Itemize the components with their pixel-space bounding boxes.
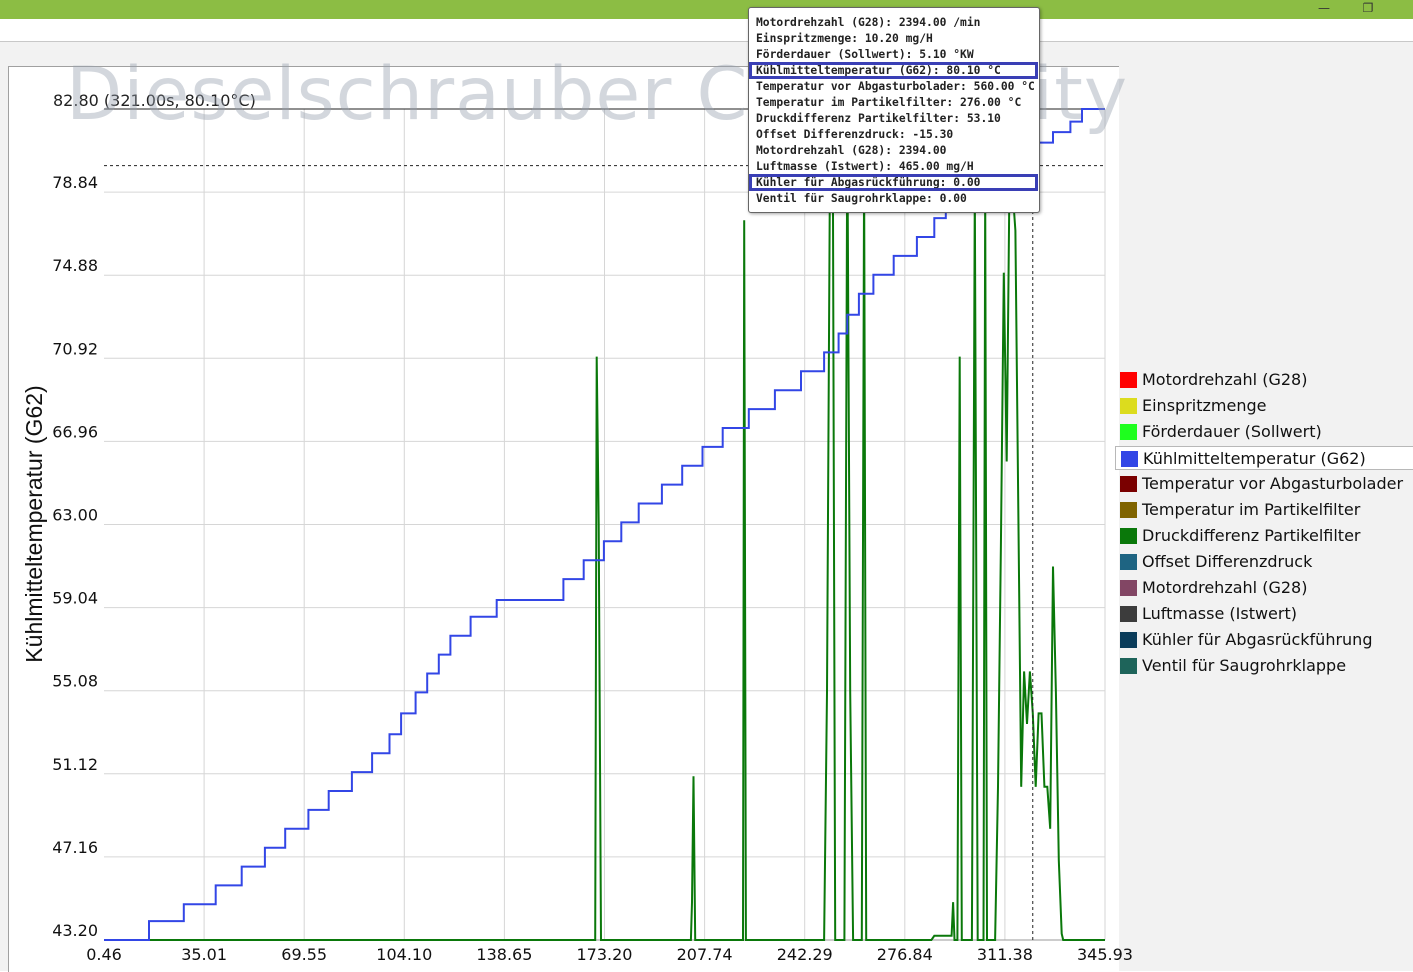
tooltip-line: Einspritzmenge: 10.20 mg/H [756,32,933,45]
y-tick-label: 66.96 [52,422,98,441]
data-tooltip: Motordrehzahl (G28): 2394.00 /min Einspri… [748,7,1040,213]
tooltip-line: Ventil für Saugrohrklappe: 0.00 [756,192,967,205]
legend-label: Förderdauer (Sollwert) [1142,422,1322,441]
legend-label: Motordrehzahl (G28) [1142,578,1308,597]
tooltip-line: Temperatur vor Abgasturbolader: 560.00 °… [756,80,1035,93]
legend-swatch [1120,580,1137,596]
y-tick-label: 70.92 [52,339,98,358]
legend-label: Motordrehzahl (G28) [1142,370,1308,389]
legend-label: Temperatur vor Abgasturbolader [1142,474,1404,493]
y-tick-label: 47.16 [52,838,98,857]
legend-item[interactable]: Einspritzmenge [1115,394,1413,418]
legend-swatch [1120,476,1137,492]
x-tick-label: 69.55 [281,945,327,964]
x-tick-label: 242.29 [777,945,833,964]
x-tick-label: 173.20 [577,945,633,964]
legend-item[interactable]: Offset Differenzdruck [1115,550,1413,574]
x-tick-label: 276.84 [877,945,933,964]
y-tick-label: 74.88 [52,256,98,275]
x-tick-label: 345.93 [1077,945,1133,964]
legend-swatch [1120,502,1137,518]
legend-item[interactable]: Druckdifferenz Partikelfilter [1115,524,1413,548]
legend-item[interactable]: Temperatur im Partikelfilter [1115,498,1413,522]
legend-item[interactable]: Ventil für Saugrohrklappe [1115,654,1413,678]
tooltip-line: Temperatur im Partikelfilter: 276.00 °C [756,96,1022,109]
tooltip-line: Druckdifferenz Partikelfilter: 53.10 [756,112,1001,125]
tooltip-line: Motordrehzahl (G28): 2394.00 /min [756,16,981,29]
tooltip-highlight-box [749,62,1038,79]
y-tick-label: 63.00 [52,506,98,525]
y-tick-label: 78.84 [52,173,98,192]
legend-label: Temperatur im Partikelfilter [1142,500,1361,519]
legend-label: Kühlmitteltemperatur (G62) [1143,449,1366,468]
tooltip-line: Luftmasse (Istwert): 465.00 mg/H [756,160,974,173]
x-tick-label: 0.46 [86,945,122,964]
legend-swatch [1120,528,1137,544]
tick-labels: 0.46 35.01 69.55 104.10 138.65 173.20 207.74 24… [52,173,1133,964]
x-tick-label: 35.01 [181,945,227,964]
legend-swatch [1120,554,1137,570]
y-tick-label: 51.12 [52,755,98,774]
legend-swatch [1121,451,1138,467]
tooltip-line: Motordrehzahl (G28): 2394.00 [756,144,947,157]
legend-item[interactable]: Motordrehzahl (G28) [1115,576,1413,600]
legend-swatch [1120,372,1137,388]
legend-item[interactable]: Kühlmitteltemperatur (G62) [1115,446,1413,470]
legend-label: Kühler für Abgasrückführung [1142,630,1373,649]
legend-swatch [1120,398,1137,414]
legend-swatch [1120,632,1137,648]
legend-swatch [1120,658,1137,674]
tooltip-line: Offset Differenzdruck: -15.30 [756,128,954,141]
tooltip-line: Förderdauer (Sollwert): 5.10 °KW [756,48,974,61]
legend-swatch [1120,424,1137,440]
x-tick-label: 207.74 [677,945,733,964]
y-tick-label: 59.04 [52,589,98,608]
legend-item[interactable]: Förderdauer (Sollwert) [1115,420,1413,444]
legend-label: Ventil für Saugrohrklappe [1142,656,1347,675]
x-tick-label: 138.65 [476,945,532,964]
y-tick-label: 43.20 [52,921,98,940]
tooltip-highlight-box [749,174,1038,191]
grid-lines [104,108,1106,941]
y-tick-label: 55.08 [52,672,98,691]
legend-swatch [1120,606,1137,622]
legend-item[interactable]: Motordrehzahl (G28) [1115,368,1413,392]
legend-item[interactable]: Luftmasse (Istwert) [1115,602,1413,626]
legend-label: Offset Differenzdruck [1142,552,1313,571]
x-tick-label: 311.38 [977,945,1033,964]
legend-label: Einspritzmenge [1142,396,1267,415]
legend-label: Druckdifferenz Partikelfilter [1142,526,1361,545]
x-tick-label: 104.10 [376,945,432,964]
legend-label: Luftmasse (Istwert) [1142,604,1297,623]
y-axis-label: Kühlmitteltemperatur (G62) [21,385,47,662]
legend-item[interactable]: Kühler für Abgasrückführung [1115,628,1413,652]
legend-item[interactable]: Temperatur vor Abgasturbolader [1115,472,1413,496]
